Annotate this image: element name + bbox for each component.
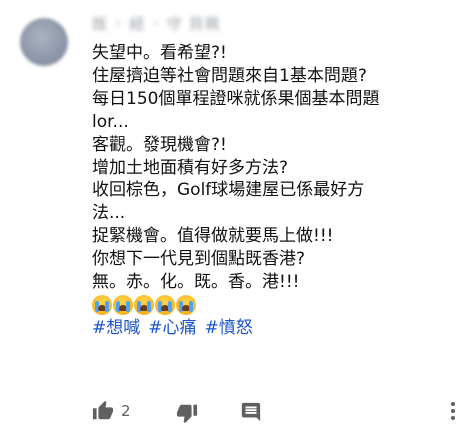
hashtag-link[interactable]: #心痛 xyxy=(148,317,196,340)
comment-line: 法... xyxy=(92,203,126,224)
comment-body: 失望中。看希望?! 住屋擠迫等社會問題來自1基本問題? 每日150個單程證咪就係… xyxy=(92,42,452,340)
comment-line: 你想下一代見到個點既香港? xyxy=(92,249,306,270)
avatar[interactable] xyxy=(20,18,68,66)
reply-icon[interactable] xyxy=(240,401,262,423)
thumbs-up-icon[interactable] xyxy=(92,400,114,422)
emoji-row xyxy=(92,294,452,317)
hashtag-link[interactable]: #想喊 xyxy=(92,317,140,340)
hashtag-row: #想喊 #心痛 #憤怒 xyxy=(92,317,452,340)
comment-line: 每日150個單程證咪就係果個基本問題 xyxy=(92,88,380,109)
loudly-crying-face-icon xyxy=(176,295,196,316)
comment-line: lor... xyxy=(92,111,129,132)
comment-line: 收回棕色，Golf球場建屋已係最好方 xyxy=(92,180,365,201)
like-count: 2 xyxy=(121,402,131,420)
more-vertical-icon[interactable] xyxy=(448,400,458,422)
comment-line: 無。赤。化。既。香。港!!! xyxy=(92,272,300,293)
comment-line: 增加土地面積有好多方法? xyxy=(92,157,289,178)
comment-line: 客觀。發現機會?! xyxy=(92,134,227,155)
comment-line: 捉緊機會。值得做就要馬上做!!! xyxy=(92,226,334,247)
loudly-crying-face-icon xyxy=(113,295,133,316)
comment-actions: 2 xyxy=(92,398,457,424)
loudly-crying-face-icon xyxy=(155,295,175,316)
comment-author[interactable]: 既 ◦ 紐 ◦ 守 貝珮 xyxy=(92,13,221,33)
loudly-crying-face-icon xyxy=(92,295,112,316)
comment-line: 住屋擠迫等社會問題來自1基本問題? xyxy=(92,65,367,86)
hashtag-link[interactable]: #憤怒 xyxy=(205,317,253,340)
thumbs-down-icon[interactable] xyxy=(176,402,198,424)
loudly-crying-face-icon xyxy=(134,295,154,316)
comment-line: 失望中。看希望?! xyxy=(92,43,227,63)
